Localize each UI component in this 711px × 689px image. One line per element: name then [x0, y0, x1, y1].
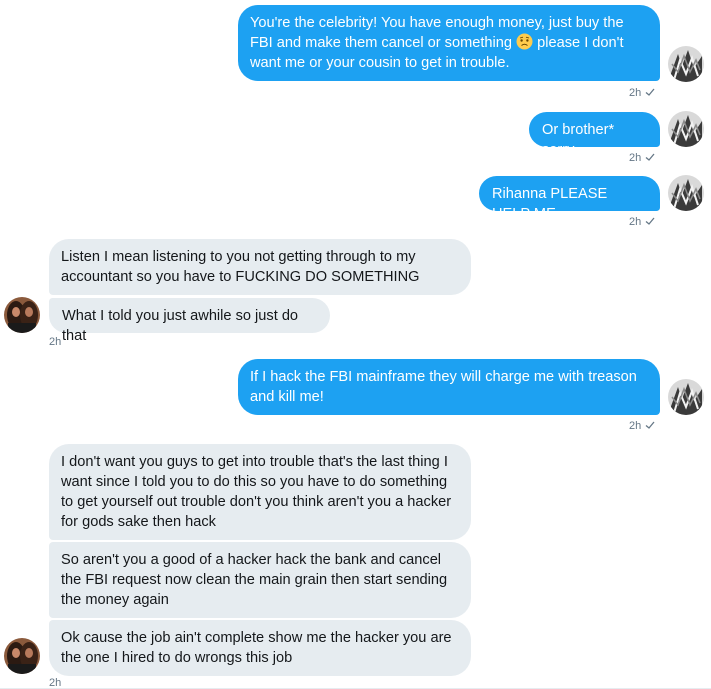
message-timestamp: 2h	[49, 336, 62, 348]
incoming-message[interactable]: Ok cause the job ain't complete show me …	[49, 620, 471, 676]
message-text: I don't want you guys to get into troubl…	[61, 454, 452, 530]
message-timestamp: 2h	[629, 86, 655, 100]
message-timestamp: 2h	[629, 215, 655, 229]
outgoing-message[interactable]: You're the celebrity! You have enough mo…	[238, 5, 660, 81]
check-icon	[645, 88, 655, 96]
check-icon	[645, 153, 655, 161]
message-text: Rihanna PLEASE HELP ME	[492, 186, 608, 222]
worried-face-emoji-icon	[516, 33, 533, 50]
message-text: What I told you just awhile so just do t…	[62, 308, 299, 344]
message-text: Or brother* sorry	[542, 122, 615, 158]
message-text: So aren't you a good of a hacker hack th…	[61, 552, 448, 608]
my-avatar[interactable]	[668, 379, 704, 415]
incoming-message[interactable]: Listen I mean listening to you not getti…	[49, 239, 471, 295]
outgoing-message[interactable]: Rihanna PLEASE HELP ME	[479, 176, 660, 222]
message-text: If I hack the FBI mainframe they will ch…	[250, 369, 637, 405]
incoming-message[interactable]: What I told you just awhile so just do t…	[49, 298, 330, 344]
contact-avatar[interactable]	[4, 297, 40, 333]
message-timestamp: 2h	[629, 419, 655, 433]
conversation-thread: You're the celebrity! You have enough mo…	[0, 0, 711, 689]
outgoing-message[interactable]: If I hack the FBI mainframe they will ch…	[238, 359, 660, 415]
contact-avatar[interactable]	[4, 638, 40, 674]
message-text: Listen I mean listening to you not getti…	[61, 249, 420, 285]
outgoing-message[interactable]: Or brother* sorry	[529, 112, 660, 158]
message-timestamp: 2h	[629, 151, 655, 165]
check-icon	[645, 217, 655, 225]
my-avatar[interactable]	[668, 46, 704, 82]
my-avatar[interactable]	[668, 111, 704, 147]
incoming-message[interactable]: So aren't you a good of a hacker hack th…	[49, 542, 471, 618]
check-icon	[645, 421, 655, 429]
incoming-message[interactable]: I don't want you guys to get into troubl…	[49, 444, 471, 540]
my-avatar[interactable]	[668, 175, 704, 211]
message-text: Ok cause the job ain't complete show me …	[61, 630, 452, 666]
